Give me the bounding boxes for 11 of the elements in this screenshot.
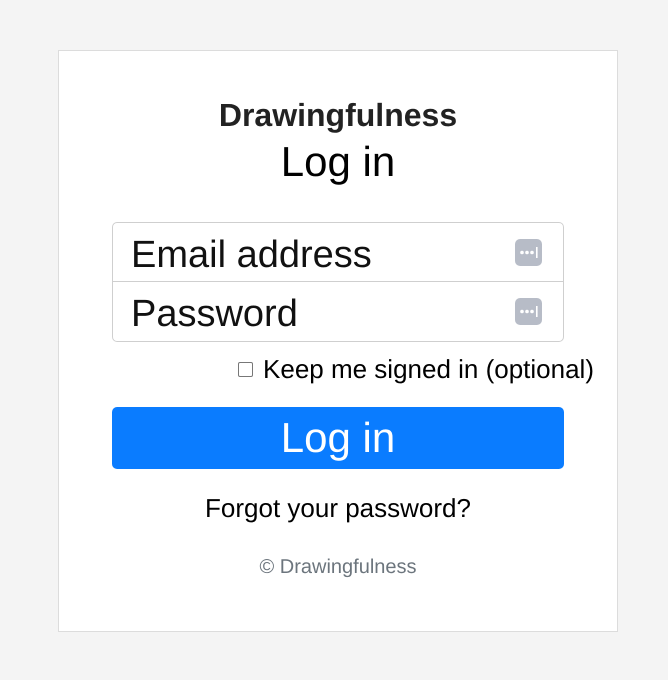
page-heading: Log in — [280, 137, 396, 187]
password-manager-icon[interactable] — [515, 238, 542, 266]
password-manager-icon[interactable] — [515, 298, 542, 325]
checkbox[interactable] — [238, 362, 254, 377]
remember-label: Keep me signed in (optional) — [263, 353, 594, 386]
forgot-password-link[interactable]: Forgot your password? — [205, 489, 471, 528]
brand-title: Drawingfulness — [218, 96, 458, 135]
copyright-footer: © Drawingfulness — [259, 552, 417, 582]
input-field[interactable]: Email address — [112, 222, 564, 282]
input-field[interactable]: Password — [112, 282, 564, 342]
login-button[interactable]: Log in — [112, 407, 564, 469]
